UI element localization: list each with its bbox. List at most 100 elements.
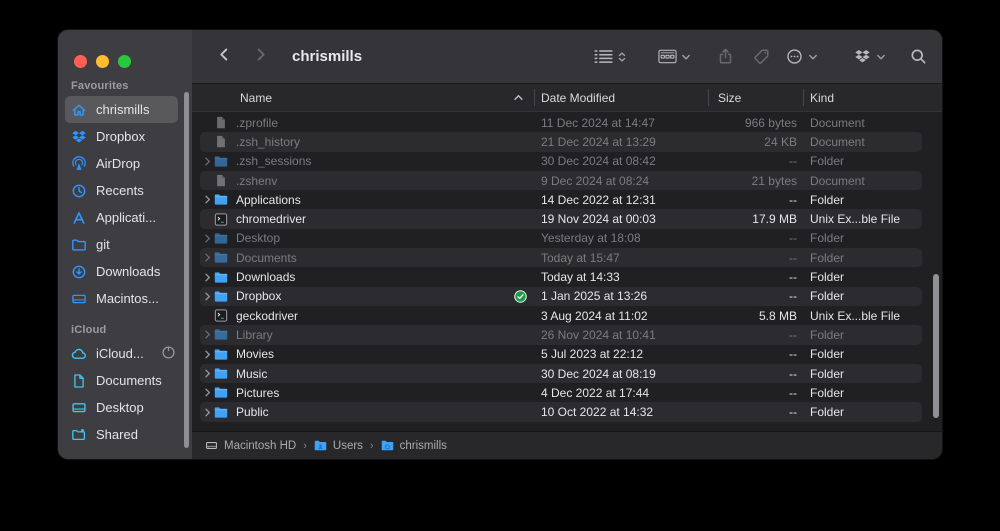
disclosure-chevron-icon[interactable] [200, 387, 214, 398]
dropbox-toolbar-button[interactable] [853, 48, 887, 65]
sidebar-item-icloud[interactable]: iCloud... [65, 340, 178, 367]
group-by-button[interactable] [658, 48, 692, 65]
column-header-size[interactable]: Size [718, 84, 741, 111]
file-size: 21 bytes [640, 174, 797, 188]
search-button[interactable] [909, 48, 928, 65]
file-kind: Folder [810, 251, 844, 265]
list-view-icon [594, 48, 613, 65]
column-header-kind[interactable]: Kind [810, 84, 834, 111]
path-item-label: Macintosh HD [224, 440, 296, 452]
sidebar-item-downloads[interactable]: Downloads [65, 258, 178, 285]
sidebar-section-label: iCloud [58, 312, 192, 340]
column-header-date[interactable]: Date Modified [541, 84, 615, 111]
file-name: chromedriver [236, 212, 306, 226]
file-date-modified: 21 Dec 2024 at 13:29 [541, 135, 656, 149]
file-row-chromedriver[interactable]: chromedriver19 Nov 2024 at 00:0317.9 MBU… [200, 209, 922, 228]
file-size: 966 bytes [640, 116, 797, 130]
download-circle-icon [70, 263, 88, 281]
disclosure-chevron-icon[interactable] [200, 233, 214, 244]
column-divider[interactable] [708, 89, 709, 106]
file-date-modified: 30 Dec 2024 at 08:19 [541, 367, 656, 381]
file-row-downloads[interactable]: DownloadsToday at 14:33--Folder [200, 267, 922, 286]
disclosure-chevron-icon[interactable] [200, 368, 214, 379]
sidebar-item-applicati[interactable]: Applicati... [65, 204, 178, 231]
column-header-name[interactable]: Name [240, 84, 272, 111]
folder-file-icon [214, 328, 230, 341]
back-button[interactable] [214, 47, 234, 67]
file-date-modified: 30 Dec 2024 at 08:42 [541, 154, 656, 168]
sidebar-item-git[interactable]: git [65, 231, 178, 258]
sidebar-item-documents[interactable]: Documents [65, 367, 178, 394]
content-scrollbar[interactable] [933, 274, 939, 418]
file-name: Music [236, 367, 267, 381]
file-row-applications[interactable]: Applications14 Dec 2022 at 12:31--Folder [200, 190, 922, 209]
file-size: -- [640, 328, 797, 342]
sidebar-item-label: Shared [96, 427, 138, 442]
disclosure-chevron-icon[interactable] [200, 349, 214, 360]
icloud-icon [70, 345, 88, 363]
view-list-button[interactable] [594, 48, 628, 65]
sidebar-scrollbar[interactable] [184, 92, 189, 448]
file-date-modified: 9 Dec 2024 at 08:24 [541, 174, 649, 188]
sidebar-item-shared[interactable]: Shared [65, 421, 178, 448]
file-date-modified: Today at 15:47 [541, 251, 620, 265]
sidebar-item-desktop[interactable]: Desktop [65, 394, 178, 421]
folder-file-icon [214, 348, 230, 361]
chevron-left-icon [217, 47, 232, 67]
file-row-documents[interactable]: DocumentsToday at 15:47--Folder [200, 248, 922, 267]
document-file-icon [214, 116, 230, 129]
sidebar-item-recents[interactable]: Recents [65, 177, 178, 204]
file-row-zsh-sessions[interactable]: .zsh_sessions30 Dec 2024 at 08:42--Folde… [200, 152, 922, 171]
zoom-window-button[interactable] [118, 55, 131, 68]
path-item-chrismills[interactable]: chrismills [381, 439, 447, 452]
sidebar-item-airdrop[interactable]: AirDrop [65, 150, 178, 177]
file-row-movies[interactable]: Movies5 Jul 2023 at 22:12--Folder [200, 345, 922, 364]
disclosure-chevron-icon[interactable] [200, 407, 214, 418]
column-divider[interactable] [803, 89, 804, 106]
minimize-window-button[interactable] [96, 55, 109, 68]
sidebar-section-label: Favourites [58, 68, 192, 96]
file-row-zshenv[interactable]: .zshenv9 Dec 2024 at 08:2421 bytesDocume… [200, 171, 922, 190]
file-name: geckodriver [236, 309, 298, 323]
sidebar-item-chrismills[interactable]: chrismills [65, 96, 178, 123]
disclosure-chevron-icon[interactable] [200, 156, 214, 167]
disclosure-chevron-icon[interactable] [200, 291, 214, 302]
disclosure-chevron-icon[interactable] [200, 272, 214, 283]
sidebar-item-label: Applicati... [96, 210, 156, 225]
file-name: Documents [236, 251, 297, 265]
sidebar-item-macintos[interactable]: Macintos... [65, 285, 178, 312]
file-row-zsh-history[interactable]: .zsh_history21 Dec 2024 at 13:2924 KBDoc… [200, 132, 922, 151]
disclosure-chevron-icon[interactable] [200, 329, 214, 340]
file-row-music[interactable]: Music30 Dec 2024 at 08:19--Folder [200, 364, 922, 383]
file-row-zprofile[interactable]: .zprofile11 Dec 2024 at 14:47966 bytesDo… [200, 113, 922, 132]
file-row-public[interactable]: Public10 Oct 2022 at 14:32--Folder [200, 402, 922, 421]
file-row-geckodriver[interactable]: geckodriver3 Aug 2024 at 11:025.8 MBUnix… [200, 306, 922, 325]
disclosure-chevron-icon[interactable] [200, 252, 214, 263]
sidebar-item-label: chrismills [96, 102, 149, 117]
column-divider[interactable] [534, 89, 535, 106]
home-icon [70, 101, 88, 119]
file-size: -- [640, 193, 797, 207]
disclosure-chevron-icon[interactable] [200, 194, 214, 205]
tag-button[interactable] [752, 48, 771, 65]
share-button[interactable] [716, 48, 735, 65]
folder-file-icon [214, 271, 230, 284]
file-row-desktop[interactable]: DesktopYesterday at 18:08--Folder [200, 229, 922, 248]
users-folder-icon [314, 439, 327, 452]
path-item-macintosh-hd[interactable]: Macintosh HD [205, 439, 296, 452]
file-date-modified: Yesterday at 18:08 [541, 231, 641, 245]
file-row-pictures[interactable]: Pictures4 Dec 2022 at 17:44--Folder [200, 383, 922, 402]
file-row-dropbox[interactable]: Dropbox1 Jan 2025 at 13:26--Folder [200, 287, 922, 306]
file-row-library[interactable]: Library26 Nov 2024 at 10:41--Folder [200, 325, 922, 344]
forward-button[interactable] [250, 47, 270, 67]
chevron-right-icon [253, 47, 268, 67]
executable-file-icon [214, 309, 230, 322]
more-actions-button[interactable] [785, 48, 819, 65]
close-window-button[interactable] [74, 55, 87, 68]
hard-drive-icon [205, 439, 218, 452]
home-folder-icon [381, 439, 394, 452]
dropbox-icon [853, 48, 872, 65]
sidebar-item-dropbox[interactable]: Dropbox [65, 123, 178, 150]
file-size: 17.9 MB [640, 212, 797, 226]
path-item-users[interactable]: Users [314, 439, 363, 452]
